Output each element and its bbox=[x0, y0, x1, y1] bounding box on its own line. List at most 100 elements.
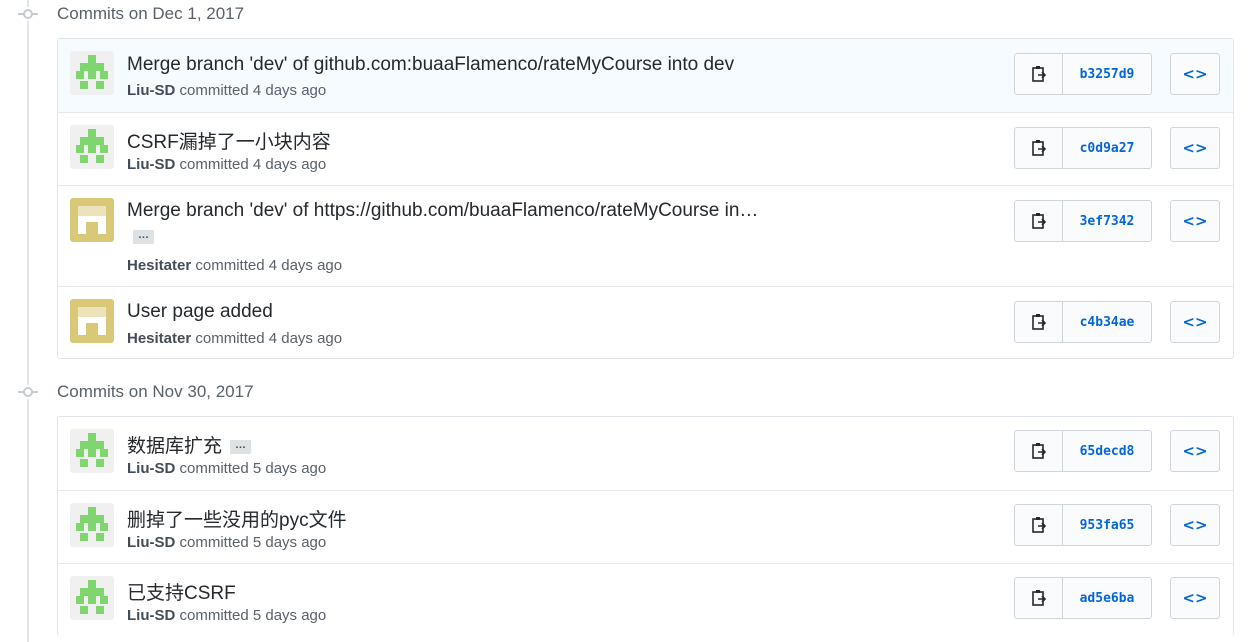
commit-meta: Hesitater committed 4 days ago bbox=[127, 330, 342, 347]
copy-sha-button[interactable] bbox=[1015, 201, 1063, 241]
identicon-green-icon bbox=[70, 125, 114, 169]
commit-group: Commits on Dec 1, 2017 Merge branch 'dev… bbox=[0, 0, 1256, 359]
commit-sha-link[interactable]: 3ef7342 bbox=[1063, 201, 1151, 241]
commit-time: committed 4 days ago bbox=[179, 156, 327, 173]
clipboard-icon bbox=[1031, 66, 1046, 82]
sha-button-group: 65decd8 bbox=[1014, 430, 1152, 472]
commit-time: committed 4 days ago bbox=[195, 330, 343, 347]
commit-message-link[interactable]: User page added bbox=[127, 301, 273, 323]
commit-list: 数据库扩充 … Liu-SD committed 5 days ago 65dec… bbox=[57, 416, 1234, 636]
code-icon: <> bbox=[1182, 65, 1208, 83]
expand-message-button[interactable]: … bbox=[230, 439, 252, 454]
commit-meta: Liu-SD committed 5 days ago bbox=[127, 607, 326, 624]
identicon-green-icon bbox=[70, 51, 114, 95]
commit-meta: Liu-SD committed 5 days ago bbox=[127, 460, 326, 477]
commit-group: Commits on Nov 30, 2017 数据库扩充 … Liu-SD co… bbox=[0, 378, 1256, 636]
commit-dot-icon bbox=[18, 385, 38, 399]
commit-message-link[interactable]: 已支持CSRF bbox=[127, 578, 236, 605]
browse-repo-button[interactable]: <> bbox=[1170, 577, 1220, 619]
clipboard-icon bbox=[1031, 517, 1046, 533]
commit-sha-link[interactable]: 65decd8 bbox=[1063, 431, 1151, 471]
commit-author-link[interactable]: Liu-SD bbox=[127, 156, 175, 173]
commit-time: committed 4 days ago bbox=[195, 257, 343, 274]
sha-button-group: 953fa65 bbox=[1014, 504, 1152, 546]
sha-button-group: c4b34ae bbox=[1014, 301, 1152, 343]
commit-group-header: Commits on Dec 1, 2017 bbox=[0, 0, 1256, 28]
clipboard-icon bbox=[1031, 590, 1046, 606]
commit-group-date: Commits on Nov 30, 2017 bbox=[57, 382, 254, 401]
commit-meta: Liu-SD committed 4 days ago bbox=[127, 82, 326, 99]
commit-sha-link[interactable]: c0d9a27 bbox=[1063, 128, 1151, 168]
browse-repo-button[interactable]: <> bbox=[1170, 53, 1220, 95]
commit-row: 删掉了一些没用的pyc文件 Liu-SD committed 5 days ag… bbox=[58, 490, 1233, 563]
clipboard-icon bbox=[1031, 140, 1046, 156]
commit-group-date: Commits on Dec 1, 2017 bbox=[57, 4, 245, 23]
code-icon: <> bbox=[1182, 589, 1208, 607]
commit-time: committed 5 days ago bbox=[179, 534, 327, 551]
commit-message-link[interactable]: CSRF漏掉了一小块内容 bbox=[127, 127, 331, 154]
identicon-yellow-icon bbox=[70, 299, 114, 343]
avatar[interactable] bbox=[70, 299, 114, 343]
identicon-green-icon bbox=[70, 429, 114, 473]
copy-sha-button[interactable] bbox=[1015, 578, 1063, 618]
sha-button-group: ad5e6ba bbox=[1014, 577, 1152, 619]
commit-meta: Liu-SD committed 4 days ago bbox=[127, 156, 326, 173]
commit-message-link[interactable]: Merge branch 'dev' of github.com:buaaFla… bbox=[127, 54, 734, 76]
code-icon: <> bbox=[1182, 313, 1208, 331]
commit-row: 已支持CSRF Liu-SD committed 5 days ago ad5e… bbox=[58, 563, 1233, 636]
browse-repo-button[interactable]: <> bbox=[1170, 301, 1220, 343]
commit-time: committed 5 days ago bbox=[179, 607, 327, 624]
clipboard-icon bbox=[1031, 314, 1046, 330]
browse-repo-button[interactable]: <> bbox=[1170, 200, 1220, 242]
commit-author-link[interactable]: Liu-SD bbox=[127, 607, 175, 624]
browse-repo-button[interactable]: <> bbox=[1170, 430, 1220, 472]
avatar[interactable] bbox=[70, 198, 114, 242]
avatar[interactable] bbox=[70, 503, 114, 547]
copy-sha-button[interactable] bbox=[1015, 302, 1063, 342]
code-icon: <> bbox=[1182, 442, 1208, 460]
commit-group-header: Commits on Nov 30, 2017 bbox=[0, 378, 1256, 406]
commit-message-link[interactable]: 删掉了一些没用的pyc文件 bbox=[127, 505, 347, 532]
expand-message-button[interactable]: … bbox=[133, 230, 154, 244]
commit-row: Merge branch 'dev' of https://github.com… bbox=[58, 185, 1233, 286]
identicon-green-icon bbox=[70, 503, 114, 547]
commit-author-link[interactable]: Liu-SD bbox=[127, 460, 175, 477]
copy-sha-button[interactable] bbox=[1015, 431, 1063, 471]
commit-list: Merge branch 'dev' of github.com:buaaFla… bbox=[57, 38, 1234, 359]
commit-time: committed 5 days ago bbox=[179, 460, 327, 477]
avatar[interactable] bbox=[70, 125, 114, 169]
browse-repo-button[interactable]: <> bbox=[1170, 127, 1220, 169]
commit-author-link[interactable]: Hesitater bbox=[127, 330, 191, 347]
avatar[interactable] bbox=[70, 429, 114, 473]
commit-dot-icon bbox=[18, 7, 38, 21]
commit-meta: Liu-SD committed 5 days ago bbox=[127, 534, 326, 551]
commit-message-link[interactable]: 数据库扩充 bbox=[127, 436, 222, 457]
commit-message-link[interactable]: Merge branch 'dev' of https://github.com… bbox=[127, 200, 758, 222]
commit-row: User page added Hesitater committed 4 da… bbox=[58, 286, 1233, 358]
commit-sha-link[interactable]: c4b34ae bbox=[1063, 302, 1151, 342]
browse-repo-button[interactable]: <> bbox=[1170, 504, 1220, 546]
copy-sha-button[interactable] bbox=[1015, 54, 1063, 94]
code-icon: <> bbox=[1182, 516, 1208, 534]
avatar[interactable] bbox=[70, 51, 114, 95]
commit-sha-link[interactable]: b3257d9 bbox=[1063, 54, 1151, 94]
commit-author-link[interactable]: Liu-SD bbox=[127, 534, 175, 551]
copy-sha-button[interactable] bbox=[1015, 505, 1063, 545]
clipboard-icon bbox=[1031, 213, 1046, 229]
commit-author-link[interactable]: Liu-SD bbox=[127, 82, 175, 99]
avatar[interactable] bbox=[70, 576, 114, 620]
commit-time: committed 4 days ago bbox=[179, 82, 327, 99]
commit-sha-link[interactable]: 953fa65 bbox=[1063, 505, 1151, 545]
sha-button-group: b3257d9 bbox=[1014, 53, 1152, 95]
commit-row: CSRF漏掉了一小块内容 Liu-SD committed 4 days ago… bbox=[58, 112, 1233, 185]
commit-row: Merge branch 'dev' of github.com:buaaFla… bbox=[58, 39, 1233, 112]
code-icon: <> bbox=[1182, 139, 1208, 157]
sha-button-group: c0d9a27 bbox=[1014, 127, 1152, 169]
code-icon: <> bbox=[1182, 212, 1208, 230]
commit-sha-link[interactable]: ad5e6ba bbox=[1063, 578, 1151, 618]
commit-author-link[interactable]: Hesitater bbox=[127, 257, 191, 274]
commit-row: 数据库扩充 … Liu-SD committed 5 days ago 65dec… bbox=[58, 417, 1233, 490]
sha-button-group: 3ef7342 bbox=[1014, 200, 1152, 242]
commit-meta: Hesitater committed 4 days ago bbox=[127, 257, 342, 274]
copy-sha-button[interactable] bbox=[1015, 128, 1063, 168]
